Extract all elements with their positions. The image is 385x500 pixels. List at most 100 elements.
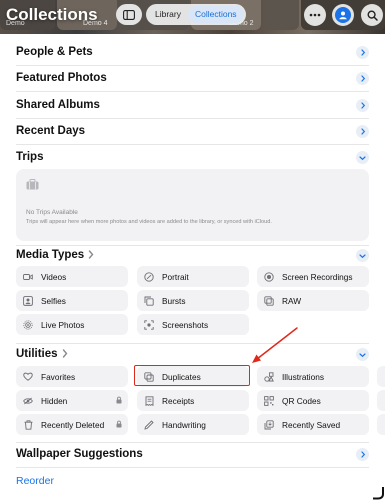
utility-tile-partial[interactable] (377, 414, 385, 435)
utility-tile-recently-deleted[interactable]: Recently Deleted (16, 414, 128, 435)
reorder-button[interactable]: Reorder (16, 475, 54, 487)
media-tile-bursts[interactable]: Bursts (137, 290, 249, 311)
section-trips[interactable]: Trips (16, 151, 43, 163)
tile-label: Videos (41, 271, 67, 282)
chevron-down-icon (359, 352, 366, 357)
tile-label: Recently Deleted (41, 419, 105, 430)
chevron-right-icon (360, 49, 365, 56)
chevron-right-icon (88, 250, 94, 260)
screen-recording-icon (264, 271, 274, 282)
raw-icon (264, 295, 274, 306)
utility-tile-illustrations[interactable]: Illustrations (257, 366, 369, 387)
media-tile-portrait[interactable]: Portrait (137, 266, 249, 287)
chevron-right-icon (360, 128, 365, 135)
utility-tile-qr-codes[interactable]: QR Codes (257, 390, 369, 411)
tile-label: Bursts (162, 295, 186, 306)
portrait-icon (144, 271, 154, 282)
section-recent-days[interactable]: Recent Days (16, 125, 85, 137)
search-icon (366, 9, 378, 21)
section-utilities[interactable]: Utilities (16, 348, 68, 360)
chevron-right-icon (62, 349, 67, 359)
tile-label: Hidden (41, 395, 68, 406)
tile-label: Illustrations (282, 371, 324, 382)
chevron-down-icon (359, 155, 366, 160)
divider (16, 467, 369, 468)
tile-label: Selfies (41, 295, 66, 306)
page-title: Collections (6, 5, 98, 24)
divider (16, 442, 369, 443)
corner-bracket (373, 487, 384, 500)
utilities-collapse-button[interactable] (356, 348, 369, 361)
media-types-collapse-button[interactable] (356, 249, 369, 262)
search-button[interactable] (361, 4, 383, 26)
utility-tile-recently-saved[interactable]: Recently Saved (257, 414, 369, 435)
trash-icon (23, 419, 33, 430)
featured-photos-disclosure[interactable] (356, 72, 369, 85)
section-wallpaper-suggestions[interactable]: Wallpaper Suggestions (16, 448, 143, 460)
selfie-icon (23, 295, 33, 306)
section-shared-albums[interactable]: Shared Albums (16, 99, 100, 111)
live-photo-icon (23, 319, 33, 330)
qr-code-icon (264, 395, 274, 406)
more-button[interactable] (304, 4, 326, 26)
screenshot-icon (144, 319, 154, 330)
tile-label: Screenshots (162, 319, 209, 330)
chevron-right-icon (360, 75, 365, 82)
media-tile-live-photos[interactable]: Live Photos (16, 314, 128, 335)
shared-albums-disclosure[interactable] (356, 99, 369, 112)
tile-label: QR Codes (282, 395, 321, 406)
recent-days-disclosure[interactable] (356, 125, 369, 138)
chevron-down-icon (359, 253, 366, 258)
photo-thumbnail[interactable] (263, 0, 299, 30)
illustrations-icon (264, 371, 274, 382)
divider (16, 118, 369, 119)
duplicates-highlight-box (134, 365, 250, 386)
utility-tile-favorites[interactable]: Favorites (16, 366, 128, 387)
wallpaper-suggestions-disclosure[interactable] (356, 448, 369, 461)
utility-tile-handwriting[interactable]: Handwriting (137, 414, 249, 435)
divider (16, 91, 369, 92)
media-tile-screenshots[interactable]: Screenshots (137, 314, 249, 335)
media-types-label: Media Types (16, 249, 85, 261)
media-tile-selfies[interactable]: Selfies (16, 290, 128, 311)
trips-collapse-button[interactable] (356, 151, 369, 164)
tile-label: Portrait (162, 271, 189, 282)
chevron-right-icon (360, 451, 365, 458)
library-collections-segmented-control: Library Collections (146, 4, 246, 25)
sidebar-toggle-button[interactable] (116, 4, 142, 25)
utility-tile-partial[interactable] (377, 390, 385, 411)
eye-slash-icon (23, 396, 33, 406)
divider (16, 245, 369, 246)
utility-tile-hidden[interactable]: Hidden (16, 390, 128, 411)
trips-empty-message: Trips will appear here when more photos … (26, 219, 272, 225)
pencil-icon (144, 419, 154, 430)
chevron-right-icon (360, 102, 365, 109)
people-pets-disclosure[interactable] (356, 46, 369, 59)
trips-empty-heading: No Trips Available (26, 209, 78, 216)
media-tile-raw[interactable]: RAW (257, 290, 369, 311)
tab-library[interactable]: Library (148, 6, 188, 23)
tab-collections[interactable]: Collections (187, 6, 244, 23)
tile-label: RAW (282, 295, 302, 306)
receipt-icon (144, 395, 154, 406)
heart-icon (23, 372, 33, 382)
trips-empty-card: No Trips Available Trips will appear her… (16, 169, 369, 241)
ellipsis-icon (309, 13, 321, 17)
divider (16, 343, 369, 344)
section-people-pets[interactable]: People & Pets (16, 46, 93, 58)
section-featured-photos[interactable]: Featured Photos (16, 72, 107, 84)
tile-label: Live Photos (41, 319, 85, 330)
lock-icon (116, 396, 122, 404)
sidebar-icon (123, 9, 135, 20)
account-button[interactable] (332, 4, 354, 26)
bursts-icon (144, 296, 154, 306)
tile-label: Handwriting (162, 419, 206, 430)
tile-label: Screen Recordings (282, 271, 353, 282)
suitcase-icon (26, 179, 39, 190)
media-tile-videos[interactable]: Videos (16, 266, 128, 287)
media-tile-screen-recordings[interactable]: Screen Recordings (257, 266, 369, 287)
section-media-types[interactable]: Media Types (16, 249, 94, 261)
utility-tile-partial[interactable] (377, 366, 385, 387)
divider (16, 144, 369, 145)
utility-tile-receipts[interactable]: Receipts (137, 390, 249, 411)
